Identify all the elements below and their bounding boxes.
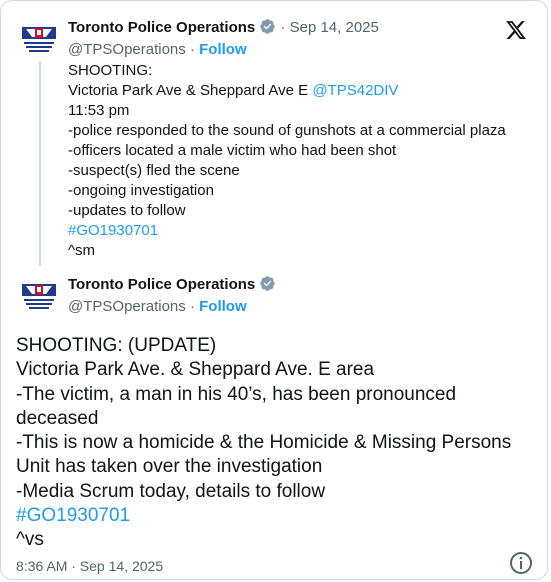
hashtag-link[interactable]: #GO1930701 (68, 221, 538, 241)
x-logo-icon[interactable] (505, 19, 527, 41)
author-handle[interactable]: @TPSOperations (68, 41, 186, 58)
embedded-tweet-card: Toronto Police Operations · Sep 14, 2025… (0, 0, 548, 580)
info-icon[interactable] (509, 551, 533, 575)
follow-button[interactable]: Follow (199, 298, 247, 315)
tweet-line: -officers located a male victim who had … (68, 142, 397, 159)
tweet1-header: Toronto Police Operations · Sep 14, 2025 (68, 18, 379, 41)
tweet-line: Victoria Park Ave & Sheppard Ave E @TPS4… (68, 81, 538, 101)
author-handle[interactable]: @TPSOperations (68, 298, 186, 315)
tweet-line-text: Victoria Park Ave & Sheppard Ave E (68, 82, 309, 99)
tweet-line: -police responded to the sound of gunsho… (68, 122, 506, 139)
tweet2-handle-row: @TPSOperations · Follow (68, 297, 247, 317)
mention-link[interactable]: @TPS42DIV (312, 82, 398, 99)
hashtag-link[interactable]: #GO1930701 (16, 504, 536, 528)
avatar[interactable] (22, 24, 56, 58)
tweet1-handle-row: @TPSOperations · Follow (68, 40, 247, 60)
author-name[interactable]: Toronto Police Operations (68, 19, 255, 36)
tweet-line: SHOOTING: (UPDATE) (16, 335, 217, 356)
follow-button[interactable]: Follow (199, 41, 247, 58)
tweet-line: -This is now a homicide & the Homicide &… (16, 432, 512, 478)
tweet-line: -updates to follow (68, 202, 186, 219)
tweet-timestamp[interactable]: 8:36 AM · Sep 14, 2025 (16, 557, 163, 575)
tweet-line: Victoria Park Ave. & Sheppard Ave. E are… (16, 359, 375, 381)
author-name[interactable]: Toronto Police Operations (68, 276, 255, 293)
tweet2-header: Toronto Police Operations (68, 275, 276, 298)
tweet-line: -Media Scrum today, details to follow (16, 480, 326, 502)
tweet-line: -ongoing investigation (68, 182, 214, 199)
signoff: ^sm (68, 242, 96, 259)
tweet-date[interactable]: Sep 14, 2025 (290, 19, 379, 36)
avatar[interactable] (22, 281, 56, 315)
tweet2-body: SHOOTING: (UPDATE) Victoria Park Ave. & … (16, 334, 536, 553)
toronto-police-logo-icon (22, 284, 56, 309)
tweet-line: 11:53 pm (68, 102, 130, 119)
tweet-line: -The victim, a man in his 40’s, has been… (16, 383, 457, 429)
tweet-line: SHOOTING: (68, 62, 153, 79)
thread-connector-line (39, 61, 41, 266)
separator-dot: · (276, 19, 290, 36)
tweet1-body: SHOOTING: Victoria Park Ave & Sheppard A… (68, 61, 538, 261)
toronto-police-logo-icon (22, 27, 56, 52)
signoff: ^vs (16, 529, 44, 551)
separator-dot: · (185, 41, 200, 58)
verified-badge-icon (259, 18, 276, 41)
tweet-line: -suspect(s) fled the scene (68, 162, 240, 179)
verified-badge-icon (259, 275, 276, 298)
separator-dot: · (185, 298, 200, 315)
